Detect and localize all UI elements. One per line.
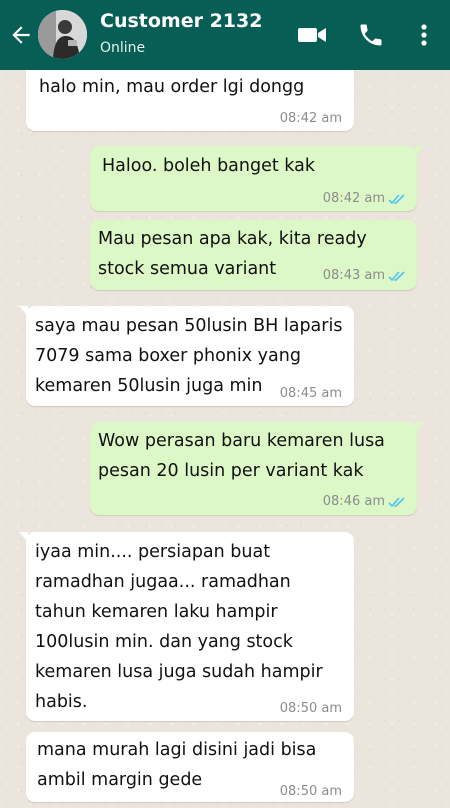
video-call-icon[interactable]: [296, 20, 328, 50]
bubble-tail: [415, 146, 424, 156]
bubble-tail: [19, 532, 28, 542]
message-text: iyaa min.... persiapan buat ramadhan jug…: [35, 542, 323, 712]
message-time: 08:46 am: [322, 494, 385, 509]
double-check-icon: [388, 271, 405, 282]
message-incoming[interactable]: iyaa min.... persiapan buat ramadhan jug…: [19, 532, 354, 721]
message-time: 08:50 am: [279, 701, 342, 716]
message-time: 08:43 am: [322, 268, 385, 283]
message-outgoing[interactable]: Haloo. boleh banget kak 08:42 am: [90, 146, 424, 211]
double-check-icon: [388, 194, 405, 205]
message-time: 08:50 am: [279, 784, 342, 799]
message-time: 08:45 am: [279, 386, 342, 401]
avatar[interactable]: [38, 10, 87, 59]
message-text: halo min, mau order lgi dongg: [39, 77, 305, 97]
message-incoming[interactable]: halo min, mau order lgi dongg 08:42 am: [26, 62, 354, 131]
bubble-tail: [415, 422, 424, 432]
back-arrow-icon[interactable]: [8, 22, 34, 48]
message-incoming[interactable]: saya mau pesan 50lusin BH laparis 7079 s…: [19, 306, 354, 406]
message-outgoing[interactable]: Wow perasan baru kemaren lusa pesan 20 l…: [90, 422, 424, 515]
phone-icon[interactable]: [357, 20, 385, 50]
contact-status: Online: [100, 40, 146, 56]
bubble-tail: [19, 306, 28, 316]
message-text: Wow perasan baru kemaren lusa pesan 20 l…: [98, 431, 385, 481]
chat-header: Customer 2132 Online: [0, 0, 450, 70]
message-text: Haloo. boleh banget kak: [102, 156, 315, 176]
message-outgoing[interactable]: Mau pesan apa kak, kita ready stock semu…: [90, 220, 417, 290]
contact-name[interactable]: Customer 2132: [100, 10, 262, 32]
message-time: 08:42 am: [322, 191, 385, 206]
message-time: 08:42 am: [279, 111, 342, 126]
more-options-icon[interactable]: [416, 20, 432, 50]
double-check-icon: [388, 497, 405, 508]
message-incoming[interactable]: mana murah lagi disini jadi bisa ambil m…: [26, 732, 354, 802]
